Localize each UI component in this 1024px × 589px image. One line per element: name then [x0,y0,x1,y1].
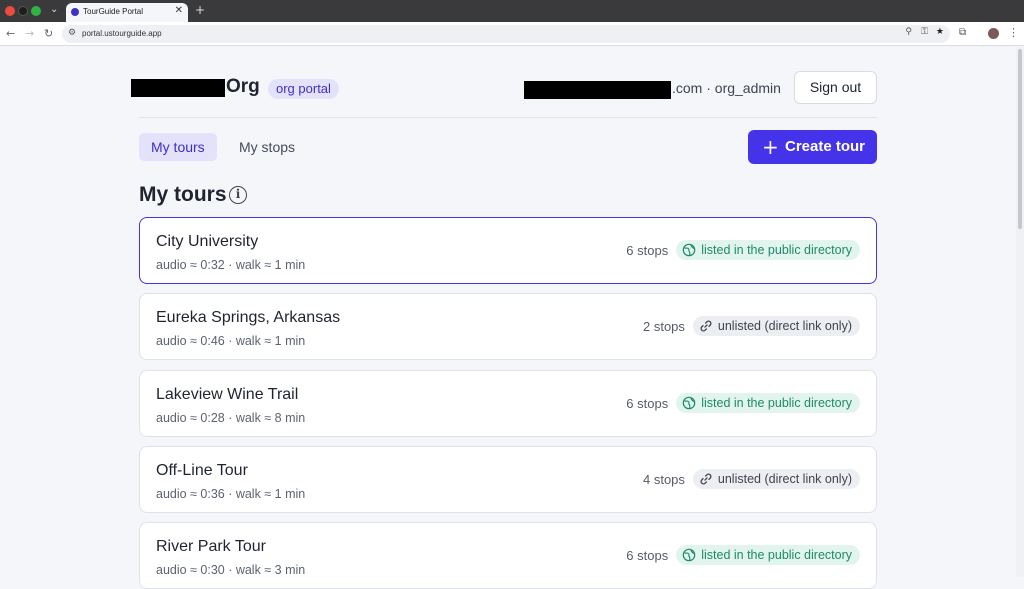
visibility-badge: listed in the public directory [676,393,860,413]
tour-title[interactable]: Eureka Springs, Arkansas [156,309,340,327]
visibility-badge: listed in the public directory [676,240,860,260]
redacted-user-email [524,81,671,99]
visibility-label: listed in the public directory [701,396,852,410]
tour-status: 6 stops listed in the public directory [626,392,860,414]
favicon-icon [71,8,79,16]
tab-search-chevron-icon[interactable]: ⌄ [50,4,58,15]
visibility-label: listed in the public directory [701,243,852,257]
tour-status: 4 stops unlisted (direct link only) [643,468,860,490]
stop-count: 6 stops [626,547,669,563]
window-minimize-button[interactable] [18,6,28,16]
visibility-badge: listed in the public directory [676,545,860,565]
tour-status: 2 stops unlisted (direct link only) [643,315,860,337]
new-tab-button[interactable]: + [195,3,205,17]
link-icon [699,319,713,333]
user-role-text: .com · org_admin [672,80,781,96]
tour-title[interactable]: Lakeview Wine Trail [156,386,298,404]
globe-icon [682,396,696,410]
tour-title[interactable]: Off-Line Tour [156,462,248,480]
visibility-label: unlisted (direct link only) [717,472,852,486]
back-button[interactable]: ← [6,27,15,40]
tab-close-icon[interactable]: ✕ [175,5,183,16]
page-title: My tours [139,183,227,206]
globe-icon [682,548,696,562]
create-tour-button[interactable]: + Create tour [748,130,877,164]
tour-card[interactable]: Off-Line Tour audio ≈ 0:36 · walk ≈ 1 min… [139,446,877,513]
reload-button[interactable]: ↻ [44,27,53,40]
tour-card[interactable]: Lakeview Wine Trail audio ≈ 0:28 · walk ≈… [139,370,877,437]
stop-count: 2 stops [642,318,685,334]
browser-toolbar: ← → ↻ ⚙ portal.ustourguide.app ⚲ ⚿ ★ ⧉ ⋮ [0,22,1024,46]
zoom-icon[interactable]: ⚲ [905,27,912,37]
info-icon[interactable]: i [229,186,247,204]
redacted-org-name [131,79,225,97]
tour-status: 6 stops listed in the public directory [626,544,860,566]
tour-meta: audio ≈ 0:36 · walk ≈ 1 min [156,487,306,501]
tour-title[interactable]: River Park Tour [156,538,266,556]
tab-my-tours[interactable]: My tours [139,133,217,161]
visibility-badge: unlisted (direct link only) [692,316,860,336]
browser-tab-bar: ⌄ TourGuide Portal ✕ + [0,0,1024,22]
scrollbar-thumb[interactable] [1018,49,1022,229]
visibility-label: unlisted (direct link only) [717,319,852,333]
globe-icon [682,243,696,257]
sign-out-button[interactable]: Sign out [794,71,877,104]
tour-meta: audio ≈ 0:28 · walk ≈ 8 min [156,411,306,425]
tour-title[interactable]: City University [156,233,258,251]
tab-title: TourGuide Portal [83,7,144,16]
window-maximize-button[interactable] [31,6,41,16]
tour-card[interactable]: River Park Tour audio ≈ 0:30 · walk ≈ 3 m… [139,522,877,589]
stop-count: 6 stops [626,242,669,258]
tab-my-stops[interactable]: My stops [227,133,307,161]
stop-count: 4 stops [642,471,685,487]
tour-meta: audio ≈ 0:32 · walk ≈ 1 min [156,258,306,272]
org-name: Org [226,76,260,97]
site-settings-icon[interactable]: ⚙ [68,28,76,38]
stop-count: 6 stops [626,395,669,411]
tour-status: 6 stops listed in the public directory [626,239,860,261]
browser-menu-icon[interactable]: ⋮ [1008,26,1019,39]
forward-button[interactable]: → [25,27,34,40]
bookmark-star-icon[interactable]: ★ [936,27,944,37]
header-divider [139,117,877,118]
visibility-label: listed in the public directory [701,548,852,562]
plus-icon: + [762,135,779,159]
url-text[interactable]: portal.ustourguide.app [82,29,162,38]
create-tour-label: Create tour [785,138,866,155]
tour-meta: audio ≈ 0:30 · walk ≈ 3 min [156,563,306,577]
profile-avatar[interactable] [988,28,999,39]
visibility-badge: unlisted (direct link only) [692,469,860,489]
page-scrollbar[interactable] [1016,47,1024,577]
extensions-icon[interactable]: ⧉ [959,27,966,38]
link-icon [699,472,713,486]
browser-tab[interactable]: TourGuide Portal ✕ [66,3,188,22]
password-key-icon[interactable]: ⚿ [921,27,928,37]
org-portal-badge: org portal [268,79,339,99]
tour-meta: audio ≈ 0:46 · walk ≈ 1 min [156,334,306,348]
tour-card[interactable]: Eureka Springs, Arkansas audio ≈ 0:46 · w… [139,293,877,360]
window-close-button[interactable] [5,6,15,16]
tour-card[interactable]: City University audio ≈ 0:32 · walk ≈ 1 m… [139,217,877,284]
address-bar[interactable]: ⚙ portal.ustourguide.app ⚲ ⚿ ★ [62,25,950,43]
